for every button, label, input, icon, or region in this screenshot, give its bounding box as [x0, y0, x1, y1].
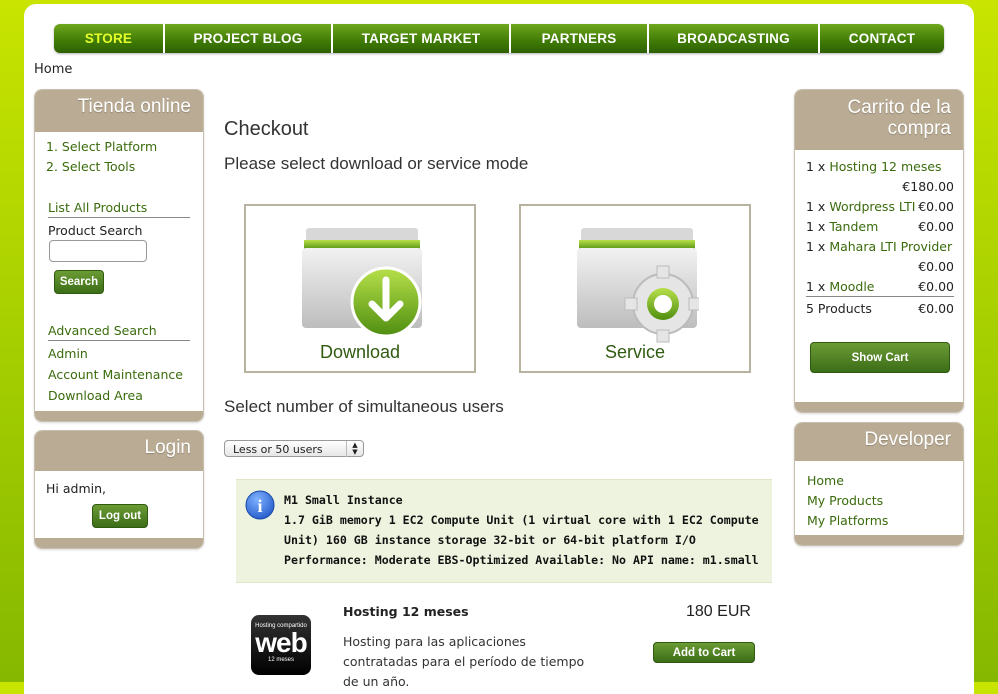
- product-title: Hosting 12 meses: [343, 604, 469, 619]
- instance-name: M1 Small Instance: [284, 493, 403, 507]
- cart-total-price: €0.00: [918, 301, 954, 316]
- box-footer: [35, 411, 203, 421]
- list-all-products-link[interactable]: List All Products: [48, 200, 147, 215]
- cart-item-price: €180.00: [902, 179, 954, 194]
- advanced-search-link[interactable]: Advanced Search: [48, 323, 157, 338]
- add-to-cart-button[interactable]: Add to Cart: [653, 642, 755, 663]
- divider: [48, 340, 190, 341]
- cart-item: 1 x Tandem €0.00: [806, 219, 954, 234]
- tienda-box: Tienda online 1. Select Platform 2. Sele…: [34, 89, 204, 422]
- nav-target-market[interactable]: TARGET MARKET: [333, 24, 511, 53]
- nav-project-blog[interactable]: PROJECT BLOG: [165, 24, 333, 53]
- cart-item-name[interactable]: Moodle: [829, 279, 874, 294]
- users-select-value: Less or 50 users: [233, 443, 323, 456]
- download-mode-card[interactable]: Download: [244, 204, 476, 373]
- service-gear-folder-icon: [577, 228, 699, 343]
- box-footer: [35, 538, 203, 548]
- download-area-link[interactable]: Download Area: [48, 388, 143, 403]
- users-heading: Select number of simultaneous users: [224, 397, 504, 416]
- cart-item-name[interactable]: Tandem: [829, 219, 878, 234]
- cart-item-qty: 1 x: [806, 199, 826, 214]
- cart-item: 1 x Wordpress LTI €0.00: [806, 199, 954, 214]
- nav-broadcasting[interactable]: BROADCASTING: [649, 24, 820, 53]
- cart-item: 1 x Moodle €0.00: [806, 279, 954, 294]
- cart-total-label: 5 Products: [806, 301, 872, 316]
- developer-home-link[interactable]: Home: [807, 473, 844, 488]
- logout-button[interactable]: Log out: [92, 504, 148, 528]
- service-mode-card[interactable]: Service: [519, 204, 751, 373]
- product-search-label: Product Search: [48, 223, 143, 238]
- cart-item: 1 x Mahara LTI Provider: [806, 239, 954, 254]
- page-title: Checkout: [224, 118, 309, 140]
- nav-contact[interactable]: CONTACT: [820, 24, 944, 53]
- info-icon: i: [245, 490, 275, 520]
- cart-item-qty: 1 x: [806, 239, 826, 254]
- product-logo-main: web: [255, 627, 307, 658]
- cart-item-name[interactable]: Mahara LTI Provider: [829, 239, 952, 254]
- step-select-platform[interactable]: 1. Select Platform: [46, 139, 157, 154]
- svg-text:i: i: [257, 496, 262, 516]
- my-platforms-link[interactable]: My Platforms: [807, 513, 888, 528]
- login-title: Login: [35, 431, 203, 471]
- cart-item-price: €0.00: [918, 199, 954, 214]
- breadcrumb[interactable]: Home: [34, 62, 72, 77]
- login-box: Login Hi admin, Log out: [34, 430, 204, 549]
- product-price: 180 EUR: [686, 603, 751, 620]
- divider: [806, 296, 954, 297]
- account-maintenance-link[interactable]: Account Maintenance: [48, 367, 183, 382]
- product-logo: Hosting compartido web 12 meses: [251, 615, 311, 675]
- nav-store[interactable]: STORE: [54, 24, 165, 53]
- divider: [48, 217, 190, 218]
- select-arrows-icon: ▲ ▼: [346, 441, 363, 457]
- cart-item-qty: 1 x: [806, 279, 826, 294]
- developer-title: Developer: [795, 423, 963, 461]
- download-folder-icon: [302, 228, 422, 338]
- cart-item-price: €0.00: [918, 279, 954, 294]
- search-button[interactable]: Search: [54, 270, 104, 294]
- cart-item-qty: 1 x: [806, 219, 826, 234]
- cart-item: 1 x Hosting 12 meses: [806, 159, 954, 174]
- instance-info-box: i M1 Small Instance 1.7 GiB memory 1 EC2…: [236, 479, 772, 583]
- cart-item-name[interactable]: Wordpress LTI: [829, 199, 915, 214]
- product-search-input[interactable]: [49, 240, 147, 262]
- page-subtitle: Please select download or service mode: [224, 154, 529, 173]
- admin-link[interactable]: Admin: [48, 346, 88, 361]
- users-select[interactable]: Less or 50 users ▲ ▼: [224, 440, 364, 457]
- cart-box: Carrito de la compra 1 x Hosting 12 mese…: [794, 89, 964, 413]
- top-nav: STORE PROJECT BLOG TARGET MARKET PARTNER…: [54, 24, 944, 53]
- login-greeting: Hi admin,: [46, 481, 106, 496]
- tienda-title: Tienda online: [35, 90, 203, 132]
- my-products-link[interactable]: My Products: [807, 493, 883, 508]
- developer-box: Developer Home My Products My Platforms: [794, 422, 964, 546]
- cart-item-qty: 1 x: [806, 159, 826, 174]
- cart-title: Carrito de la compra: [795, 90, 963, 150]
- cart-total: 5 Products €0.00: [806, 301, 954, 316]
- download-label: Download: [319, 342, 401, 362]
- service-label: Service: [604, 342, 666, 362]
- box-footer: [795, 402, 963, 412]
- show-cart-button[interactable]: Show Cart: [810, 342, 950, 373]
- nav-partners[interactable]: PARTNERS: [511, 24, 649, 53]
- box-footer: [795, 535, 963, 545]
- product-description: Hosting para las aplicaciones contratada…: [343, 634, 585, 689]
- cart-item-price: €0.00: [918, 259, 954, 274]
- cart-item-name[interactable]: Hosting 12 meses: [829, 159, 941, 174]
- instance-description: 1.7 GiB memory 1 EC2 Compute Unit (1 vir…: [284, 513, 759, 567]
- step-select-tools[interactable]: 2. Select Tools: [46, 159, 135, 174]
- cart-item-price: €0.00: [918, 219, 954, 234]
